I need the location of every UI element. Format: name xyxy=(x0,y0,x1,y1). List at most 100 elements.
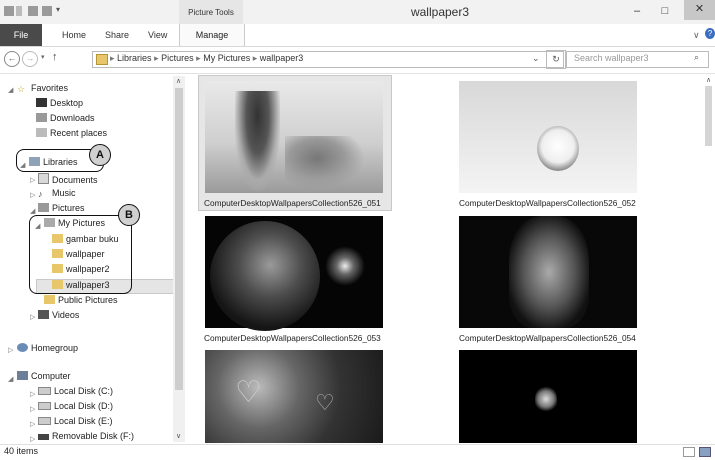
videos-icon xyxy=(38,310,49,319)
expand-arrow-icon[interactable]: ◢ xyxy=(30,207,35,215)
collapse-arrow-icon[interactable]: ▷ xyxy=(30,435,35,443)
breadcrumb-pictures[interactable]: Pictures xyxy=(161,53,194,63)
recent-places-icon xyxy=(36,128,47,137)
tab-file[interactable]: File xyxy=(0,24,42,46)
documents-icon xyxy=(38,173,49,184)
content-scrollbar-thumb[interactable] xyxy=(705,86,712,146)
minimize-button[interactable]: – xyxy=(624,2,650,20)
help-icon[interactable]: ? xyxy=(705,28,715,39)
thumbnail-hearts[interactable]: ♡ ♡ xyxy=(205,350,383,443)
breadcrumb-wallpaper3[interactable]: wallpaper3 xyxy=(260,53,304,63)
nav-local-disk-e[interactable]: Local Disk (E:) xyxy=(38,416,113,426)
forward-button[interactable]: → xyxy=(22,51,38,67)
file-name[interactable]: ComputerDesktopWallpapersCollection526_0… xyxy=(204,198,381,208)
thumbnail-planet[interactable] xyxy=(205,216,383,331)
window-title: wallpaper3 xyxy=(410,5,470,19)
nav-music[interactable]: ♪ Music xyxy=(38,188,76,199)
large-icons-view-icon[interactable] xyxy=(699,447,711,457)
search-icon[interactable]: ⌕ xyxy=(694,52,699,63)
thumbnail-jellyfish[interactable] xyxy=(459,350,637,443)
address-dropdown-icon[interactable]: ⌄ xyxy=(532,53,540,64)
homegroup-icon xyxy=(17,343,28,352)
scroll-up-icon[interactable]: ∧ xyxy=(176,77,181,85)
computer-icon xyxy=(17,371,28,380)
up-button[interactable]: ↑ xyxy=(52,51,58,63)
thumbnail-figure xyxy=(235,91,280,191)
thumbnail-star-glow xyxy=(325,246,365,286)
nav-videos[interactable]: Videos xyxy=(38,310,79,320)
scroll-down-icon[interactable]: ∨ xyxy=(176,432,181,440)
callout-a-badge: A xyxy=(89,144,111,166)
collapse-arrow-icon[interactable]: ▷ xyxy=(30,405,35,413)
thumbnail-face xyxy=(509,216,589,328)
tab-view[interactable]: View xyxy=(148,24,167,46)
thumbnail-jellyfish-figure xyxy=(535,385,557,413)
details-view-icon[interactable] xyxy=(683,447,695,457)
expand-arrow-icon[interactable]: ◢ xyxy=(8,86,13,94)
recent-locations-dropdown-icon[interactable]: ▾ xyxy=(41,53,45,61)
drive-icon xyxy=(38,402,51,410)
properties-icon[interactable] xyxy=(28,6,38,16)
breadcrumb-separator: ▸ xyxy=(154,53,159,63)
breadcrumb-libraries[interactable]: Libraries xyxy=(117,53,152,63)
desktop-icon xyxy=(36,98,47,107)
collapse-arrow-icon[interactable]: ▷ xyxy=(30,390,35,398)
content-scroll-up-icon[interactable]: ∧ xyxy=(706,76,711,84)
breadcrumb-separator: ▸ xyxy=(110,53,115,63)
thumbnail-kitten-figure xyxy=(537,126,579,171)
item-count: 40 items xyxy=(4,446,39,456)
nav-scrollbar-thumb[interactable] xyxy=(175,88,183,390)
file-name[interactable]: ComputerDesktopWallpapersCollection526_0… xyxy=(204,333,381,343)
chevron-down-icon[interactable]: ∨ xyxy=(693,30,700,41)
tab-home[interactable]: Home xyxy=(62,24,86,46)
tab-manage[interactable]: Manage xyxy=(179,24,245,46)
new-folder-icon[interactable] xyxy=(42,6,52,16)
nav-documents[interactable]: Documents xyxy=(38,173,98,185)
collapse-arrow-icon[interactable]: ▷ xyxy=(30,176,35,184)
title-bar xyxy=(0,0,715,24)
star-icon: ☆ xyxy=(17,84,26,94)
status-bar xyxy=(0,444,715,460)
quick-access-divider xyxy=(16,6,22,16)
folder-icon xyxy=(44,295,55,304)
nav-computer[interactable]: Computer xyxy=(17,371,71,381)
collapse-arrow-icon[interactable]: ▷ xyxy=(30,191,35,199)
nav-homegroup[interactable]: Homegroup xyxy=(17,343,78,353)
collapse-arrow-icon[interactable]: ▷ xyxy=(30,420,35,428)
quick-access-dropdown-icon[interactable]: ▾ xyxy=(56,5,60,14)
collapse-arrow-icon[interactable]: ▷ xyxy=(8,346,13,354)
heart-icon: ♡ xyxy=(235,376,262,409)
picture-tools-tab-group: Picture Tools xyxy=(179,0,243,24)
breadcrumb-my-pictures[interactable]: My Pictures xyxy=(203,53,250,63)
nav-local-disk-d[interactable]: Local Disk (D:) xyxy=(38,401,113,411)
thumbnail-cyborg-face[interactable] xyxy=(459,216,637,328)
file-name[interactable]: ComputerDesktopWallpapersCollection526_0… xyxy=(459,198,636,208)
removable-drive-icon xyxy=(38,434,49,440)
tab-share[interactable]: Share xyxy=(105,24,129,46)
nav-pictures[interactable]: Pictures xyxy=(38,203,85,213)
maximize-button[interactable]: □ xyxy=(652,2,678,20)
close-button[interactable]: ✕ xyxy=(684,0,715,20)
thumbnail-kitten[interactable] xyxy=(459,81,637,193)
file-name[interactable]: ComputerDesktopWallpapersCollection526_0… xyxy=(459,333,636,343)
breadcrumb-separator: ▸ xyxy=(196,53,201,63)
drive-icon xyxy=(38,417,51,425)
music-icon: ♪ xyxy=(38,189,43,199)
refresh-button[interactable]: ↻ xyxy=(546,50,566,69)
nav-local-disk-c[interactable]: Local Disk (C:) xyxy=(38,386,113,396)
nav-public-pictures[interactable]: Public Pictures xyxy=(44,295,118,305)
back-button[interactable]: ← xyxy=(4,51,20,67)
nav-desktop[interactable]: Desktop xyxy=(36,98,83,108)
nav-downloads[interactable]: Downloads xyxy=(36,113,95,123)
collapse-arrow-icon[interactable]: ▷ xyxy=(30,313,35,321)
thumbnail-cheetah xyxy=(285,136,365,191)
nav-favorites[interactable]: ☆ Favorites xyxy=(17,83,68,94)
nav-removable-disk-f[interactable]: Removable Disk (F:) xyxy=(38,431,134,441)
thumbnail-woman-cheetah[interactable] xyxy=(205,81,383,193)
nav-recent-places[interactable]: Recent places xyxy=(36,128,107,138)
breadcrumb[interactable]: ▸ Libraries ▸ Pictures ▸ My Pictures ▸ w… xyxy=(110,53,303,64)
expand-arrow-icon[interactable]: ◢ xyxy=(8,375,13,383)
downloads-icon xyxy=(36,113,47,122)
breadcrumb-separator: ▸ xyxy=(252,53,258,63)
folder-icon xyxy=(96,54,108,65)
